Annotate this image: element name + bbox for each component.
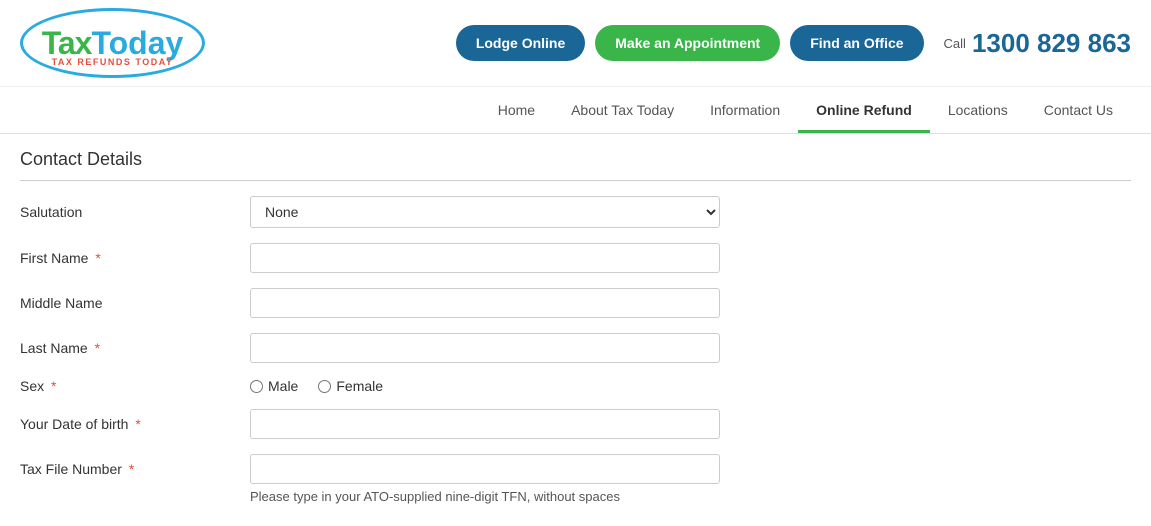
dob-input[interactable] — [250, 409, 720, 439]
last-name-input[interactable] — [250, 333, 720, 363]
last-name-required: * — [91, 340, 100, 356]
salutation-select[interactable]: None Mr Mrs Miss Ms Dr — [250, 196, 720, 228]
lodge-online-button[interactable]: Lodge Online — [456, 25, 585, 61]
salutation-label: Salutation — [20, 204, 250, 220]
logo-today: Today — [91, 25, 183, 62]
tfn-row: Tax File Number * — [20, 454, 1131, 484]
sex-label: Sex * — [20, 378, 250, 394]
find-office-button[interactable]: Find an Office — [790, 25, 923, 61]
top-bar: Tax Today TAX REFUNDS TODAY Lodge Online… — [0, 0, 1151, 87]
first-name-input[interactable] — [250, 243, 720, 273]
main-content: Contact Details Salutation None Mr Mrs M… — [0, 134, 1151, 524]
last-name-row: Last Name * — [20, 333, 1131, 363]
nav-item-locations[interactable]: Locations — [930, 87, 1026, 133]
call-number: 1300 829 863 — [972, 28, 1131, 59]
middle-name-row: Middle Name — [20, 288, 1131, 318]
tfn-input[interactable] — [250, 454, 720, 484]
middle-name-input[interactable] — [250, 288, 720, 318]
tfn-hint: Please type in your ATO-supplied nine-di… — [250, 489, 1131, 504]
sex-male-option[interactable]: Male — [250, 378, 298, 394]
last-name-label: Last Name * — [20, 340, 250, 356]
make-appointment-button[interactable]: Make an Appointment — [595, 25, 780, 61]
sex-required: * — [47, 378, 56, 394]
logo-area: Tax Today TAX REFUNDS TODAY — [20, 8, 205, 78]
sex-female-radio[interactable] — [318, 380, 331, 393]
salutation-row: Salutation None Mr Mrs Miss Ms Dr — [20, 196, 1131, 228]
call-label: Call — [944, 36, 966, 51]
logo-sub: TAX REFUNDS TODAY — [52, 57, 174, 67]
first-name-required: * — [91, 250, 100, 266]
dob-row: Your Date of birth * — [20, 409, 1131, 439]
tfn-required: * — [125, 461, 134, 477]
logo-tax: Tax — [42, 25, 92, 62]
dob-required: * — [131, 416, 140, 432]
nav-item-information[interactable]: Information — [692, 87, 798, 133]
first-name-row: First Name * — [20, 243, 1131, 273]
logo-line1: Tax Today — [42, 25, 184, 62]
nav-item-home[interactable]: Home — [480, 87, 553, 133]
sex-female-option[interactable]: Female — [318, 378, 383, 394]
sex-row: Sex * Male Female — [20, 378, 1131, 394]
nav-item-about[interactable]: About Tax Today — [553, 87, 692, 133]
nav-item-online-refund[interactable]: Online Refund — [798, 87, 930, 133]
sex-radio-group: Male Female — [250, 378, 383, 394]
call-section: Call 1300 829 863 — [944, 28, 1131, 59]
logo: Tax Today TAX REFUNDS TODAY — [20, 8, 205, 78]
section-title: Contact Details — [20, 149, 1131, 181]
first-name-label: First Name * — [20, 250, 250, 266]
tfn-label: Tax File Number * — [20, 461, 250, 477]
sex-male-radio[interactable] — [250, 380, 263, 393]
middle-name-label: Middle Name — [20, 295, 250, 311]
dob-label: Your Date of birth * — [20, 416, 250, 432]
nav-bar: Home About Tax Today Information Online … — [0, 87, 1151, 134]
nav-item-contact-us[interactable]: Contact Us — [1026, 87, 1131, 133]
